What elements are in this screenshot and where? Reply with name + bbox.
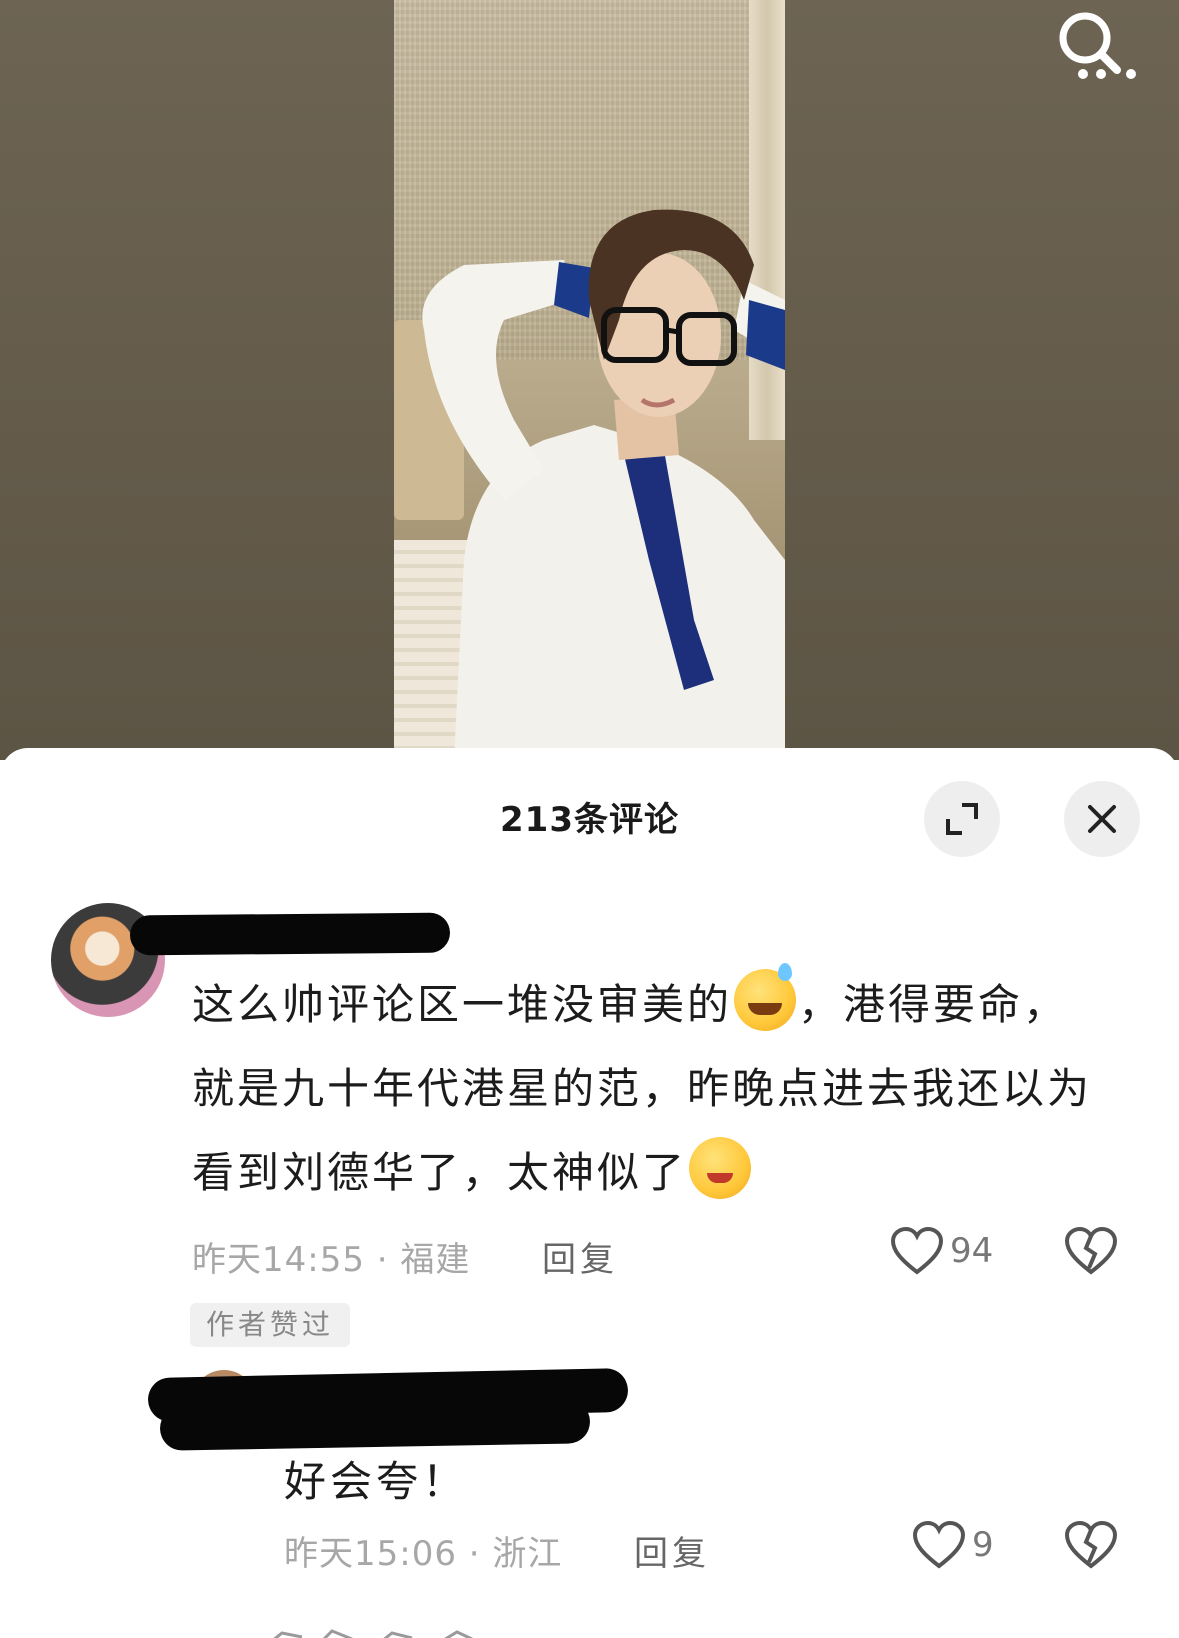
blushing-smile-emoji-icon xyxy=(689,1137,752,1199)
comment-line1b: ，港得要命， xyxy=(798,980,1069,1029)
dislike-button[interactable] xyxy=(1064,1226,1118,1280)
broken-heart-icon xyxy=(1064,1226,1118,1275)
reply-time-location: 昨天15:06 · 浙江 xyxy=(284,1534,563,1574)
reply-like-count: 9 xyxy=(972,1525,994,1565)
comment-text: 这么帅评论区一堆没审美的 ，港得要命， 就是九十年代港星的范，昨晚点进去我还以为 … xyxy=(192,963,1142,1215)
next-comment-peek xyxy=(272,1626,492,1638)
comment-line2: 就是九十年代港星的范，昨晚点进去我还以为 xyxy=(192,1064,1093,1113)
close-icon xyxy=(1088,805,1116,833)
reply-text: 好会夸！ xyxy=(284,1457,469,1506)
reply-like-button[interactable]: 9 xyxy=(912,1520,994,1570)
like-button[interactable]: 94 xyxy=(890,1226,993,1276)
video-frame[interactable] xyxy=(394,0,785,760)
close-button[interactable] xyxy=(1064,781,1140,857)
expand-button[interactable] xyxy=(924,781,1000,857)
grinning-sweat-emoji-icon xyxy=(734,963,797,1031)
heart-icon xyxy=(890,1226,944,1275)
search-icon[interactable] xyxy=(1055,8,1139,84)
reply-dislike-button[interactable] xyxy=(1064,1520,1118,1574)
comments-sheet: 213条评论 这么帅评论区一堆没审美的 ，港得要命， 就是九十年代港星的范，昨晚点… xyxy=(0,748,1179,1638)
author-liked-badge: 作者赞过 xyxy=(190,1303,351,1347)
reply-button[interactable]: 回复 xyxy=(542,1232,618,1281)
heart-icon xyxy=(912,1520,966,1569)
comment-line3: 看到刘德华了，太神似了 xyxy=(192,1148,688,1197)
reply-reply-button[interactable]: 回复 xyxy=(634,1526,710,1575)
comment-time-location: 昨天14:55 · 福建 xyxy=(192,1240,471,1280)
like-count: 94 xyxy=(950,1231,994,1271)
comments-count-title: 213条评论 xyxy=(500,800,679,840)
expand-icon xyxy=(946,803,978,835)
person-figure xyxy=(422,209,785,760)
video-background[interactable] xyxy=(0,0,1179,760)
comment-line1: 这么帅评论区一堆没审美的 xyxy=(192,980,733,1029)
broken-heart-icon xyxy=(1064,1520,1118,1569)
redacted-username xyxy=(129,912,451,956)
redacted-reply-username-2 xyxy=(159,1399,591,1451)
